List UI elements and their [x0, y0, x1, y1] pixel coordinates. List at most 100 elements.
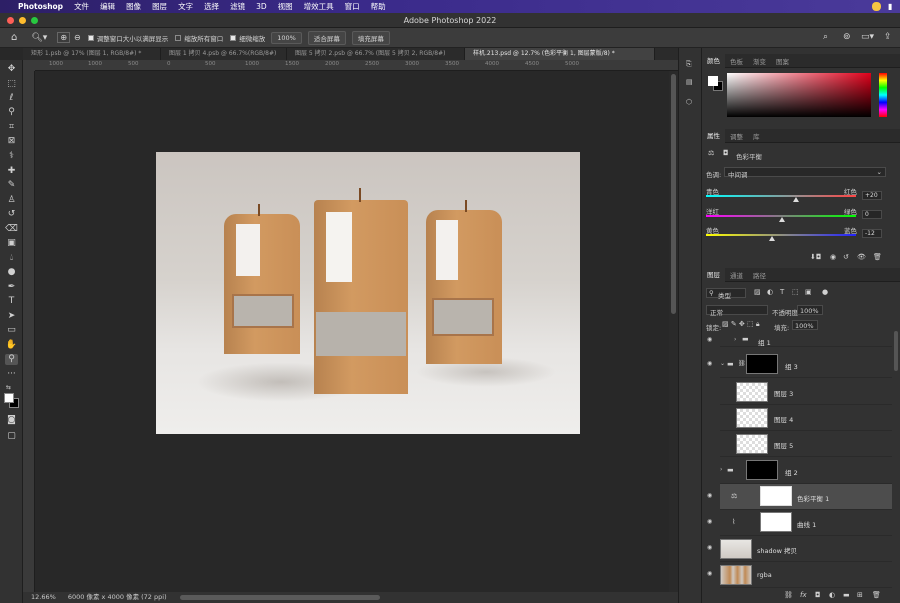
magenta-green-value[interactable]: 0 [862, 210, 882, 219]
zoom-level[interactable]: 12.66% [31, 593, 56, 601]
menu-type[interactable]: 文字 [178, 1, 193, 12]
layer-row[interactable]: ◉ ⌄ ▬ ⛓︎ 组 3 [707, 352, 892, 378]
layer-row[interactable]: 图层 4 [720, 405, 892, 431]
chevron-right-icon[interactable]: › [734, 336, 736, 343]
menu-select[interactable]: 选择 [204, 1, 219, 12]
close-window-button[interactable] [7, 17, 14, 24]
opacity-field[interactable]: 100% [797, 305, 823, 315]
zoom-tool-preset-icon[interactable]: 🔍︎▾ [31, 33, 47, 43]
eye-icon[interactable]: ◉ [707, 545, 715, 551]
tab-paths[interactable]: 路径 [748, 270, 771, 280]
delete-layer-icon[interactable]: 🗑︎ [872, 591, 881, 599]
shape-tool-icon[interactable]: ▭ [5, 325, 18, 336]
reset-icon[interactable]: ↺ [843, 253, 849, 261]
add-mask-icon[interactable]: ◘ [815, 591, 821, 599]
swap-colors-icon[interactable]: ⇆ [6, 384, 11, 391]
menu-help[interactable]: 帮助 [371, 1, 386, 12]
scrubby-zoom-checkbox[interactable] [230, 34, 237, 41]
type-tool-icon[interactable]: T [5, 296, 18, 307]
layer-row[interactable]: ◉ rgba [707, 562, 892, 588]
blur-tool-icon[interactable]: 💧︎ [5, 253, 18, 264]
minimize-window-button[interactable] [19, 17, 26, 24]
quick-select-tool-icon[interactable]: ⚲ [5, 107, 18, 118]
fit-window-checkbox[interactable] [87, 34, 94, 41]
filter-shape-icon[interactable]: ⬚ [792, 288, 799, 296]
vertical-scroll-thumb[interactable] [671, 74, 676, 314]
cyan-red-thumb[interactable] [793, 197, 799, 202]
layer-row[interactable]: ◉ ⌇ 曲线 1 [707, 510, 892, 536]
comments-icon[interactable]: ▤ [686, 78, 693, 86]
doc-tab[interactable]: 图层 5 拷贝 2.psb @ 66.7% (图层 5 拷贝 2, RGB/8#… [287, 48, 465, 60]
clip-to-layer-icon[interactable]: ⬇◘ [810, 253, 821, 261]
layer-row[interactable]: 图层 3 [720, 379, 892, 405]
quick-mask-icon[interactable]: ◙ [5, 415, 18, 426]
filter-adjust-icon[interactable]: ◐ [767, 288, 773, 296]
home-icon[interactable]: ⌂ [11, 32, 17, 43]
layer-row[interactable]: › ▬ 组 2 [720, 458, 892, 484]
menu-3d[interactable]: 3D [256, 2, 267, 11]
3d-cube-icon[interactable]: ⬡ [686, 98, 692, 106]
panel-fg-swatch[interactable] [708, 76, 718, 86]
new-adjustment-icon[interactable]: ◐ [829, 591, 835, 599]
tone-select[interactable]: 中间调 ⌄ [724, 167, 886, 179]
zoom-all-checkbox[interactable] [175, 34, 182, 41]
path-select-tool-icon[interactable]: ➤ [5, 311, 18, 322]
doc-tab[interactable]: 矩形 1.psb @ 17% (图层 1, RGB/8#) * [23, 48, 161, 60]
yellow-blue-thumb[interactable] [769, 236, 775, 241]
menu-plugins[interactable]: 增效工具 [304, 1, 334, 12]
share-icon[interactable]: ⇪ [884, 32, 892, 42]
filter-type-icon[interactable]: T [780, 288, 784, 296]
cyan-red-value[interactable]: +20 [862, 191, 882, 200]
zoom-out-icon[interactable]: ⊖ [74, 33, 81, 42]
stamp-tool-icon[interactable]: ♙ [5, 195, 18, 206]
lasso-tool-icon[interactable]: ℓ [5, 93, 18, 104]
fill-field[interactable]: 100% [792, 320, 818, 330]
tab-swatches[interactable]: 色板 [725, 56, 748, 66]
zoom-in-icon[interactable]: ⊕ [57, 32, 71, 43]
cyan-red-track[interactable] [706, 195, 856, 197]
doc-tab-active[interactable]: 样机.213.psd @ 12.7% (色彩平衡 1, 图层蒙版/8) * [465, 48, 655, 60]
fx-icon[interactable]: fx [800, 591, 807, 599]
menu-layer[interactable]: 图层 [152, 1, 167, 12]
marquee-tool-icon[interactable]: ⬚ [5, 79, 18, 90]
doc-tab[interactable]: 图层 1 拷贝 4.psb @ 66.7%(RGB/8#) [161, 48, 287, 60]
menu-edit[interactable]: 编辑 [100, 1, 115, 12]
tab-channels[interactable]: 通道 [725, 270, 748, 280]
layer-row[interactable]: ◉ shadow 拷贝 [707, 536, 892, 562]
lock-pixels-icon[interactable]: ▨ ✎ ✥ ⬚ 🔒︎ [722, 320, 760, 329]
status-app-icon[interactable] [872, 2, 881, 11]
panel-scrollbar[interactable] [894, 331, 898, 371]
mockup-image[interactable] [156, 152, 580, 434]
layer-row[interactable]: 图层 5 [720, 431, 892, 457]
status-bell-icon[interactable]: ▮ [888, 2, 892, 11]
gradient-tool-icon[interactable]: ▣ [5, 238, 18, 249]
more-tools-icon[interactable]: ··· [5, 369, 18, 380]
hand-tool-icon[interactable]: ✋ [5, 340, 18, 351]
tab-layers[interactable]: 图层 [702, 267, 725, 282]
menu-view[interactable]: 视图 [278, 1, 293, 12]
mask-icon[interactable]: ◘ [723, 149, 729, 157]
eye-icon[interactable]: ◉ [707, 361, 715, 367]
yellow-blue-track[interactable] [706, 234, 856, 236]
filter-smart-icon[interactable]: ▣ [805, 288, 812, 296]
layer-filter-select[interactable]: ⚲ 类型 [706, 288, 746, 300]
new-group-icon[interactable]: ▬ [843, 591, 850, 599]
hue-slider[interactable] [879, 73, 887, 117]
eyedropper-tool-icon[interactable]: ⚕ [5, 151, 18, 162]
menu-image[interactable]: 图像 [126, 1, 141, 12]
workspace-icon[interactable]: ▭▾ [861, 32, 874, 42]
menu-filter[interactable]: 滤镜 [230, 1, 245, 12]
horizontal-scroll-thumb[interactable] [180, 595, 380, 600]
history-brush-icon[interactable]: ↺ [5, 209, 18, 220]
app-menu[interactable]: Photoshop [18, 2, 63, 11]
move-tool-icon[interactable]: ✥ [5, 64, 18, 75]
eye-icon[interactable]: ◉ [707, 493, 715, 499]
link-layers-icon[interactable]: ⛓︎ [784, 591, 793, 599]
zoom-window-button[interactable] [31, 17, 38, 24]
tab-properties[interactable]: 属性 [702, 128, 725, 143]
chevron-down-icon[interactable]: ⌄ [720, 360, 725, 367]
layer-row[interactable]: ◉ › ▬ 组 1 [707, 333, 892, 347]
tab-gradients[interactable]: 渐变 [748, 56, 771, 66]
magenta-green-thumb[interactable] [779, 217, 785, 222]
menu-file[interactable]: 文件 [74, 1, 89, 12]
